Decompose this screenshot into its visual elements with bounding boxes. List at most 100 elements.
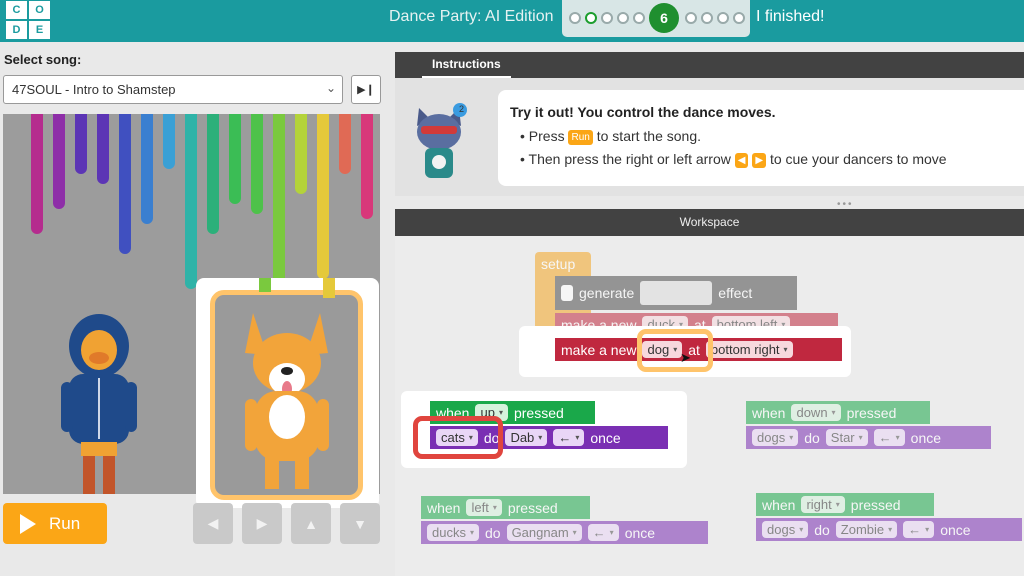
- location-dropdown[interactable]: bottom right ▾: [705, 341, 793, 358]
- emoji-picker[interactable]: [640, 281, 713, 305]
- do-label: do: [814, 521, 830, 538]
- background-drip: [75, 114, 87, 174]
- right-arrow-button[interactable]: ▶: [242, 503, 282, 544]
- do-label: do: [484, 524, 501, 541]
- direction-dropdown[interactable]: ← ▾: [873, 429, 905, 446]
- do-move-block[interactable]: dogs ▾ do Star ▾ ← ▾ once: [746, 426, 991, 449]
- pressed-label: pressed: [513, 404, 564, 421]
- down-arrow-button[interactable]: ▼: [340, 503, 380, 544]
- level-dot[interactable]: [569, 12, 581, 24]
- instruction-text: to start the song.: [596, 128, 702, 144]
- dropdown-value: Gangnam: [511, 525, 569, 540]
- instruction-text: to cue your dancers to move: [769, 151, 947, 167]
- direction-dropdown[interactable]: ← ▾: [553, 429, 585, 446]
- hoodie-dancer: [61, 314, 137, 494]
- dog-sprite-frame: [210, 290, 363, 500]
- up-arrow-button[interactable]: ▲: [291, 503, 331, 544]
- workspace-header: Workspace: [395, 209, 1024, 236]
- dropdown-arrow-icon: ▾: [498, 408, 503, 417]
- dropdown-value: ←: [908, 522, 922, 537]
- select-song-label: Select song:: [4, 52, 82, 67]
- dropdown-arrow-icon: ▾: [831, 408, 836, 417]
- background-drip: [259, 278, 271, 292]
- group-dropdown[interactable]: dogs ▾: [762, 521, 809, 538]
- background-drip: [317, 114, 329, 279]
- instruction-line: • Then press the right or left arrow ◀ ▶…: [520, 151, 947, 168]
- level-dot[interactable]: [701, 12, 713, 24]
- dropdown-arrow-icon: ▾: [858, 433, 863, 442]
- level-dot[interactable]: [733, 12, 745, 24]
- level-dot[interactable]: [617, 12, 629, 24]
- key-dropdown[interactable]: down ▾: [791, 404, 841, 421]
- dropdown-value: bottom right: [710, 342, 780, 357]
- dropdown-arrow-icon: ▾: [783, 345, 788, 354]
- move-dropdown[interactable]: Dab ▾: [505, 429, 548, 446]
- direction-dropdown[interactable]: ← ▾: [587, 524, 619, 541]
- key-dropdown[interactable]: right ▾: [801, 496, 845, 513]
- dropdown-value: dogs: [757, 430, 786, 445]
- once-label: once: [940, 521, 971, 538]
- header-bar: C O D E Dance Party: AI Edition 6 I fini…: [0, 0, 1024, 42]
- generate-effect-block[interactable]: generate effect: [555, 276, 797, 310]
- when-key-block[interactable]: when left ▾ pressed: [421, 496, 590, 519]
- background-drip: [185, 114, 197, 289]
- background-drip: [361, 114, 373, 219]
- mouse-cursor-icon: ➤: [680, 350, 691, 365]
- level-dot[interactable]: [601, 12, 613, 24]
- level-dot[interactable]: [633, 12, 645, 24]
- dropdown-value: Dab: [510, 430, 535, 445]
- mini-right-arrow-icon: ▶: [752, 152, 767, 168]
- level-dot[interactable]: [685, 12, 697, 24]
- pressed-label: pressed: [507, 499, 558, 516]
- dropdown-value: ducks: [432, 525, 466, 540]
- song-select[interactable]: 47SOUL - Intro to Shamstep ⌄: [3, 75, 343, 104]
- dropdown-arrow-icon: ▾: [572, 528, 577, 537]
- move-dropdown[interactable]: Gangnam ▾: [506, 524, 582, 541]
- group-dropdown[interactable]: ducks ▾: [427, 524, 479, 541]
- move-dropdown[interactable]: Zombie ▾: [835, 521, 898, 538]
- dropdown-value: Zombie: [840, 522, 885, 537]
- pressed-label: pressed: [850, 496, 901, 513]
- current-level-badge[interactable]: 6: [649, 3, 679, 33]
- run-button[interactable]: Run: [3, 503, 107, 544]
- code-logo[interactable]: C O D E: [6, 1, 50, 39]
- dropdown-value: Star: [830, 430, 855, 445]
- instruction-text: Press: [528, 128, 565, 144]
- instruction-heading: Try it out! You control the dance moves.: [510, 104, 776, 120]
- once-label: once: [910, 429, 942, 446]
- logo-letter: E: [29, 21, 50, 39]
- once-label: once: [624, 524, 656, 541]
- make-new-label: make a new: [561, 341, 637, 358]
- left-arrow-button[interactable]: ◀: [193, 503, 233, 544]
- when-label: when: [752, 404, 786, 421]
- when-key-block[interactable]: when down ▾ pressed: [746, 401, 930, 424]
- play-pause-button[interactable]: ▶❙: [351, 75, 381, 104]
- move-dropdown[interactable]: Star ▾: [825, 429, 868, 446]
- background-drip: [163, 114, 175, 169]
- tab-instructions[interactable]: Instructions: [422, 52, 511, 78]
- dropdown-value: down: [796, 405, 828, 420]
- when-key-block[interactable]: when right ▾ pressed: [756, 493, 934, 516]
- hint-count: 2: [459, 104, 465, 114]
- instruction-bubble: Try it out! You control the dance moves.…: [498, 90, 1024, 186]
- chevron-down-icon: ⌄: [325, 81, 336, 95]
- robot-icon: [561, 285, 573, 301]
- mini-run-button-icon: Run: [568, 129, 593, 145]
- level-dot[interactable]: [585, 12, 597, 24]
- instructions-panel: 2 Try it out! You control the dance move…: [395, 78, 1024, 196]
- once-label: once: [590, 429, 621, 446]
- arrow-right-icon: ▶: [256, 515, 268, 531]
- background-drip: [119, 114, 131, 254]
- group-dropdown[interactable]: dogs ▾: [752, 429, 799, 446]
- dropdown-value: ←: [878, 430, 892, 445]
- finished-link[interactable]: I finished!: [756, 8, 824, 26]
- dropdown-arrow-icon: ▾: [575, 433, 580, 442]
- level-dot[interactable]: [717, 12, 729, 24]
- logo-letter: C: [6, 1, 27, 19]
- key-dropdown[interactable]: left ▾: [466, 499, 502, 516]
- direction-dropdown[interactable]: ← ▾: [903, 521, 935, 538]
- dropdown-arrow-icon: ▾: [799, 525, 804, 534]
- dropdown-value: left: [471, 500, 489, 515]
- do-move-block[interactable]: ducks ▾ do Gangnam ▾ ← ▾ once: [421, 521, 708, 544]
- do-move-block[interactable]: dogs ▾ do Zombie ▾ ← ▾ once: [756, 518, 1022, 541]
